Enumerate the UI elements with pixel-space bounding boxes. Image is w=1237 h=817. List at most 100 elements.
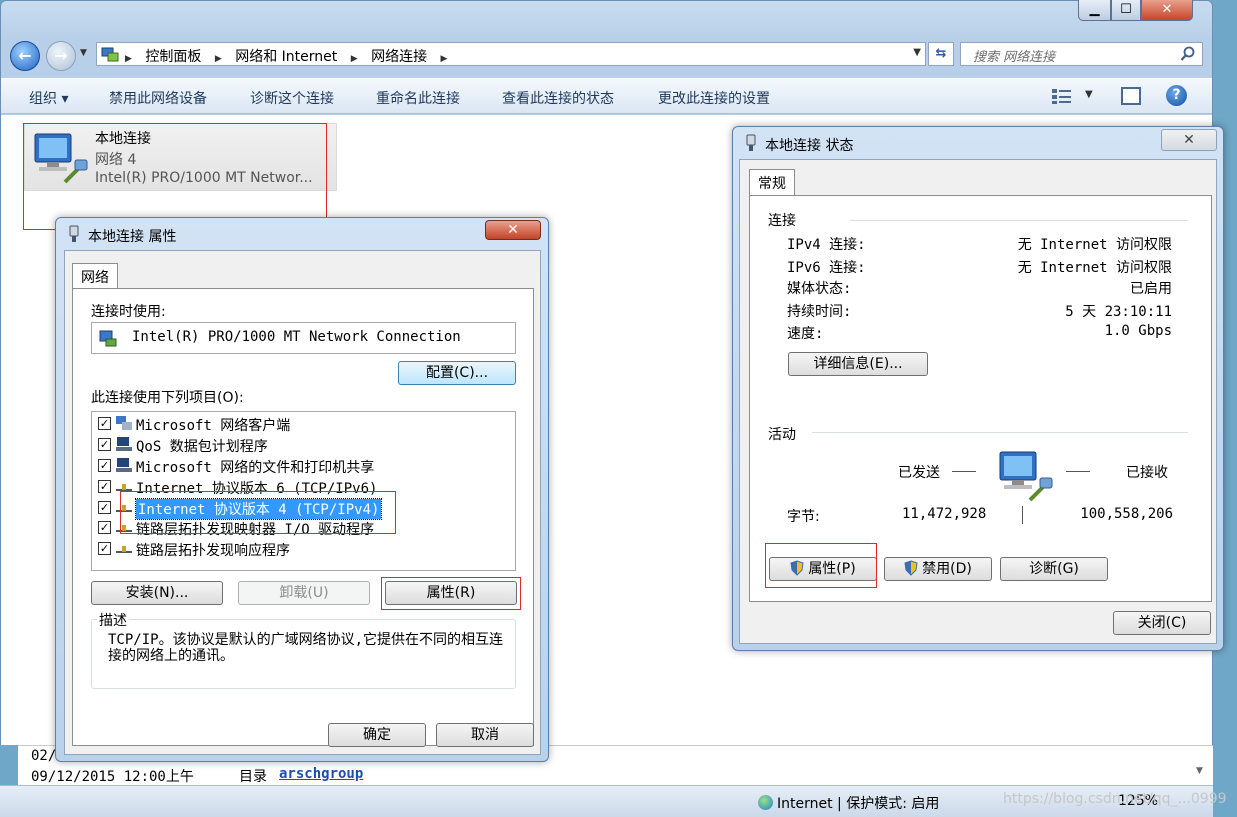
details-button[interactable]: 详细信息(E)... — [788, 352, 928, 376]
file-share-icon — [116, 458, 132, 472]
checkbox[interactable]: ✓ — [98, 480, 111, 493]
configure-button[interactable]: 配置(C)... — [398, 361, 516, 385]
dialog-title: 本地连接 属性 — [88, 229, 177, 245]
highlight-box-ipv4 — [120, 491, 396, 534]
tab-general[interactable]: 常规 — [749, 169, 795, 196]
speed-label: 速度: — [787, 326, 824, 342]
change-settings-button[interactable]: 更改此连接的设置 — [658, 88, 770, 108]
divider — [812, 432, 1188, 433]
qos-icon — [116, 437, 132, 451]
breadcrumb: ▶ 控制面板 ▶ 网络和 Internet ▶ 网络连接 ▶ — [125, 46, 456, 65]
close-window-button[interactable]: ✕ — [1141, 0, 1193, 21]
item-label: 链路层拓扑发现响应程序 — [136, 543, 290, 559]
media-state-value: 已启用 — [1130, 281, 1172, 297]
close-button[interactable]: 关闭(C) — [1113, 611, 1211, 635]
view-dropdown-icon[interactable]: ▼ — [1085, 89, 1093, 100]
checkbox[interactable]: ✓ — [98, 501, 111, 514]
minimize-button[interactable]: ▁ — [1078, 0, 1111, 21]
help-icon[interactable]: ? — [1166, 85, 1187, 106]
network-adapter-icon — [69, 225, 79, 242]
diagnose-button[interactable]: 诊断(G) — [1000, 557, 1108, 581]
search-input[interactable]: 搜索 网络连接 — [960, 42, 1203, 66]
speed-value: 1.0 Gbps — [1104, 323, 1172, 339]
ipv4-value: 无 Internet 访问权限 — [1017, 237, 1172, 253]
adapter-box: Intel(R) PRO/1000 MT Network Connection — [91, 322, 516, 354]
breadcrumb-item-network-connections[interactable]: 网络连接 — [371, 49, 427, 65]
divider — [1022, 506, 1023, 524]
bytes-sent: 11,472,928 — [902, 506, 987, 522]
shield-icon — [904, 560, 918, 576]
chevron-right-icon[interactable]: ▶ — [125, 54, 132, 64]
close-dialog-button[interactable]: ✕ — [485, 220, 541, 240]
details-link[interactable]: arschgroup — [279, 766, 363, 782]
diagnose-button[interactable]: 诊断这个连接 — [250, 88, 334, 108]
sent-label: 已发送 — [898, 465, 940, 481]
dialog-title: 本地连接 状态 — [765, 138, 854, 154]
checkbox[interactable]: ✓ — [98, 417, 111, 430]
highlight-box-status-properties — [765, 543, 877, 588]
disable-device-button[interactable]: 禁用此网络设备 — [109, 88, 207, 108]
properties-dialog: 本地连接 属性 ✕ 网络 连接时使用: Intel(R) PRO/1000 MT… — [55, 217, 549, 762]
checkbox[interactable]: ✓ — [98, 438, 111, 451]
bytes-label: 字节: — [787, 509, 820, 525]
address-dropdown-icon[interactable]: ▼ — [913, 47, 921, 58]
disable-label: 禁用(D) — [922, 561, 972, 577]
chevron-right-icon[interactable]: ▶ — [351, 54, 358, 64]
protocol-icon — [116, 546, 132, 553]
maximize-button[interactable]: ☐ — [1111, 0, 1141, 21]
rename-button[interactable]: 重命名此连接 — [376, 88, 460, 108]
checkbox[interactable]: ✓ — [98, 521, 111, 534]
item-label: QoS 数据包计划程序 — [136, 439, 268, 455]
details-date-1: 02/ — [31, 748, 57, 764]
search-icon[interactable] — [1180, 46, 1196, 62]
highlight-box-properties — [381, 577, 521, 610]
control-panel-icon — [101, 47, 119, 62]
chevron-right-icon[interactable]: ▶ — [215, 54, 222, 64]
install-button[interactable]: 安装(N)... — [91, 581, 223, 605]
disable-button[interactable]: 禁用(D) — [884, 557, 992, 581]
ok-button[interactable]: 确定 — [328, 723, 426, 747]
breadcrumb-item-control-panel[interactable]: 控制面板 — [145, 49, 201, 65]
media-state-label: 媒体状态: — [787, 281, 852, 297]
breadcrumb-item-network-internet[interactable]: 网络和 Internet — [235, 49, 337, 65]
forward-button[interactable]: → — [46, 41, 76, 71]
search-placeholder: 搜索 网络连接 — [973, 50, 1056, 65]
back-button[interactable]: ← — [10, 41, 40, 71]
close-dialog-button[interactable]: ✕ — [1161, 129, 1217, 151]
item-label: Microsoft 网络客户端 — [136, 418, 291, 434]
tab-network[interactable]: 网络 — [72, 263, 118, 289]
received-label: 已接收 — [1126, 465, 1168, 481]
watermark-text: https://blog.csdn.net/qq_...0999 — [1003, 791, 1227, 807]
ipv6-label: IPv6 连接: — [787, 260, 866, 276]
duration-label: 持续时间: — [787, 304, 852, 320]
dialog-body: 网络 连接时使用: Intel(R) PRO/1000 MT Network C… — [64, 250, 541, 755]
duration-value: 5 天 23:10:11 — [1065, 304, 1172, 320]
checkbox[interactable]: ✓ — [98, 542, 111, 555]
status-dialog: 本地连接 状态 ✕ 常规 连接 IPv4 连接: 无 Internet 访问权限… — [732, 126, 1224, 651]
preview-pane-icon[interactable] — [1121, 87, 1141, 105]
bytes-received: 100,558,206 — [1080, 506, 1173, 522]
divider — [1066, 471, 1090, 472]
scroll-down-icon[interactable]: ▼ — [1196, 766, 1208, 778]
dialog-body: 常规 连接 IPv4 连接: 无 Internet 访问权限 IPv6 连接: … — [739, 159, 1217, 644]
organize-menu[interactable]: 组织 ▾ — [29, 88, 68, 108]
checkbox[interactable]: ✓ — [98, 459, 111, 472]
chevron-right-icon[interactable]: ▶ — [441, 54, 448, 64]
history-dropdown-icon[interactable]: ▼ — [80, 48, 92, 62]
address-bar[interactable]: ▶ 控制面板 ▶ 网络和 Internet ▶ 网络连接 ▶ ▼ — [96, 42, 926, 66]
ipv6-value: 无 Internet 访问权限 — [1017, 260, 1172, 276]
items-label: 此连接使用下列项目(O): — [91, 390, 244, 406]
view-status-button[interactable]: 查看此连接的状态 — [502, 88, 614, 108]
view-options-icon[interactable] — [1051, 87, 1073, 105]
connect-using-label: 连接时使用: — [91, 304, 166, 320]
uninstall-button[interactable]: 卸载(U) — [238, 581, 370, 605]
command-bar: 组织 ▾ 禁用此网络设备 诊断这个连接 重命名此连接 查看此连接的状态 更改此连… — [1, 78, 1212, 114]
security-zone-text[interactable]: Internet | 保护模式: 启用 — [777, 793, 939, 813]
refresh-button[interactable]: ⇆ — [928, 42, 954, 66]
divider — [952, 471, 976, 472]
network-adapter-icon — [99, 330, 117, 347]
network-client-icon — [116, 416, 132, 430]
cancel-button[interactable]: 取消 — [436, 723, 534, 747]
ipv4-label: IPv4 连接: — [787, 237, 866, 253]
activity-section-label: 活动 — [768, 427, 796, 443]
